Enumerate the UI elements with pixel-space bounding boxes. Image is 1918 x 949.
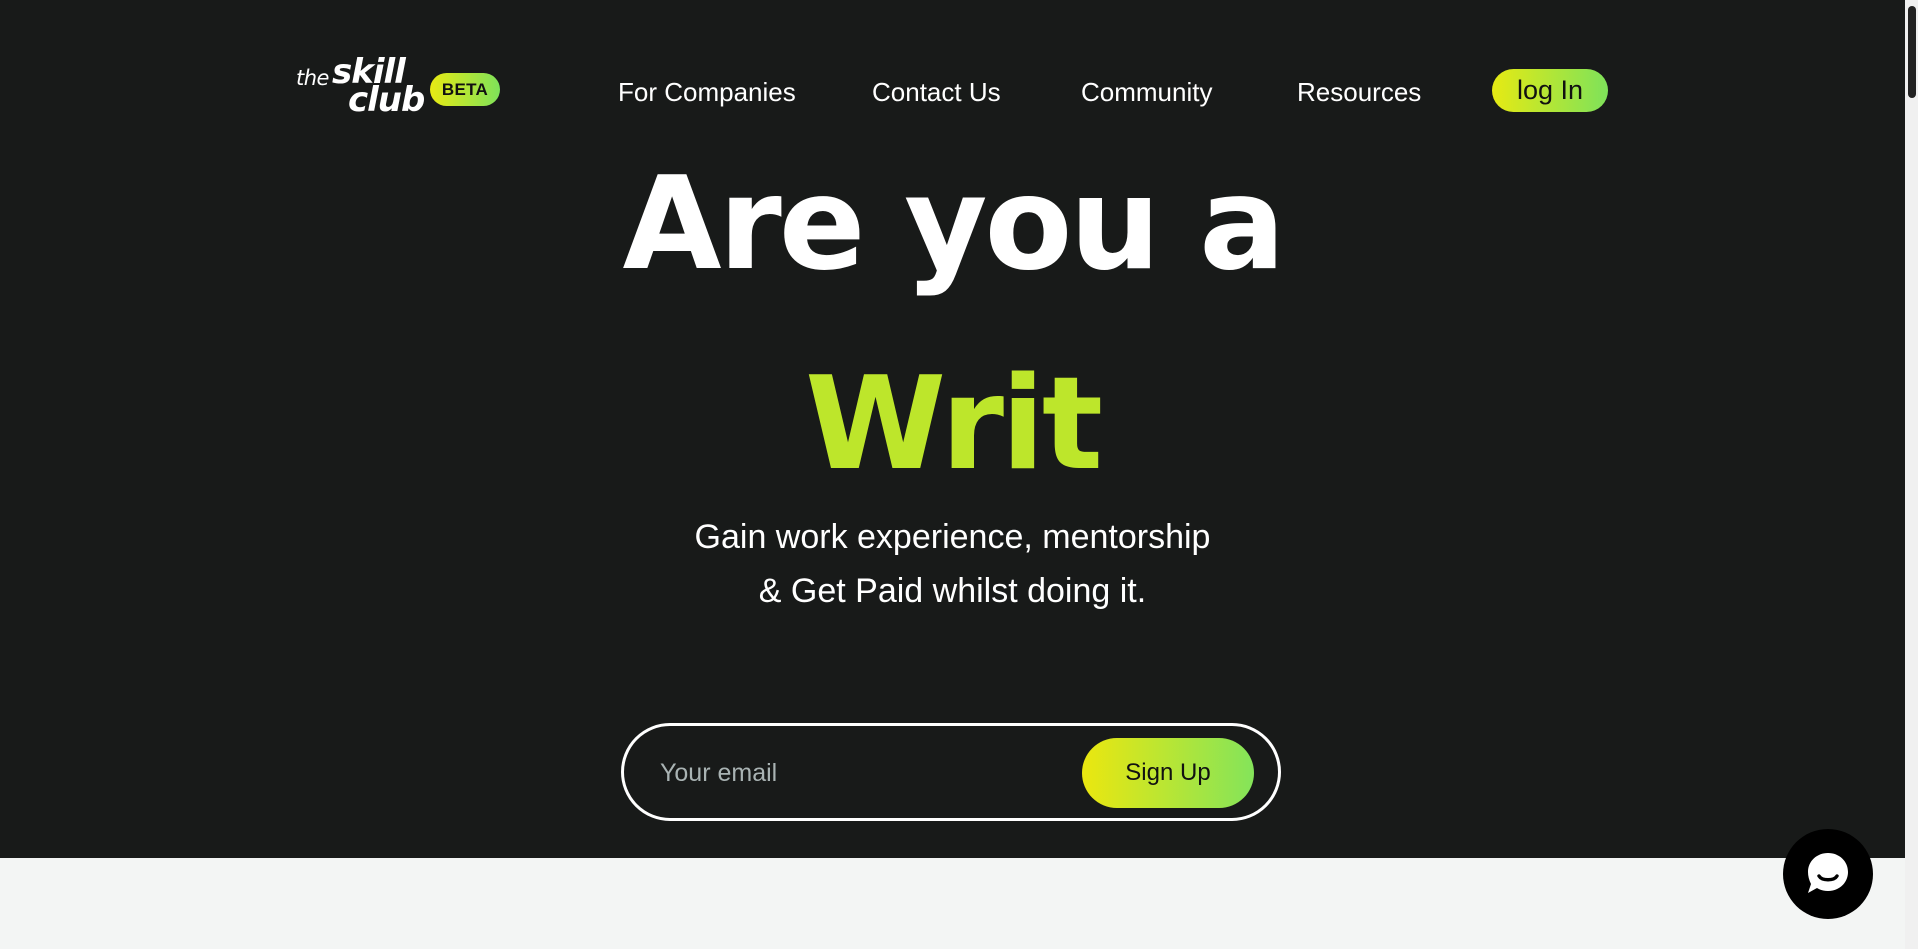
email-signup-form: Sign Up [621, 723, 1281, 821]
chat-widget-button[interactable] [1783, 829, 1873, 919]
scrollbar-thumb[interactable] [1908, 6, 1916, 98]
logo-text-club: club [348, 80, 425, 120]
login-button[interactable]: log In [1492, 69, 1608, 112]
next-section [0, 858, 1905, 949]
scrollbar[interactable] [1905, 0, 1918, 949]
email-input[interactable] [658, 748, 1042, 798]
hero-headline-typed-word: Writ [804, 350, 1103, 499]
nav-link-contact-us[interactable]: Contact Us [872, 72, 1001, 112]
chat-bubble-icon [1808, 853, 1848, 893]
nav-link-for-companies[interactable]: For Companies [618, 72, 796, 112]
page: the skill club BETA For Companies Contac… [0, 0, 1918, 949]
hero-headline-line1: Are you a [622, 150, 1286, 299]
hero-subtitle-line1: Gain work experience, mentorship [694, 518, 1211, 556]
beta-badge: BETA [430, 73, 500, 106]
the-skill-club-logo[interactable]: the skill club BETA [294, 52, 504, 122]
logo-text-the: the [296, 66, 329, 90]
hero-section: the skill club BETA For Companies Contac… [0, 0, 1905, 858]
nav-link-community[interactable]: Community [1081, 72, 1212, 112]
nav-link-resources[interactable]: Resources [1297, 72, 1421, 112]
hero-subtitle-line2: & Get Paid whilst doing it. [758, 572, 1147, 610]
hero-subtitle: Gain work experience, mentorship & Get P… [0, 510, 1905, 618]
sign-up-button[interactable]: Sign Up [1082, 738, 1254, 808]
